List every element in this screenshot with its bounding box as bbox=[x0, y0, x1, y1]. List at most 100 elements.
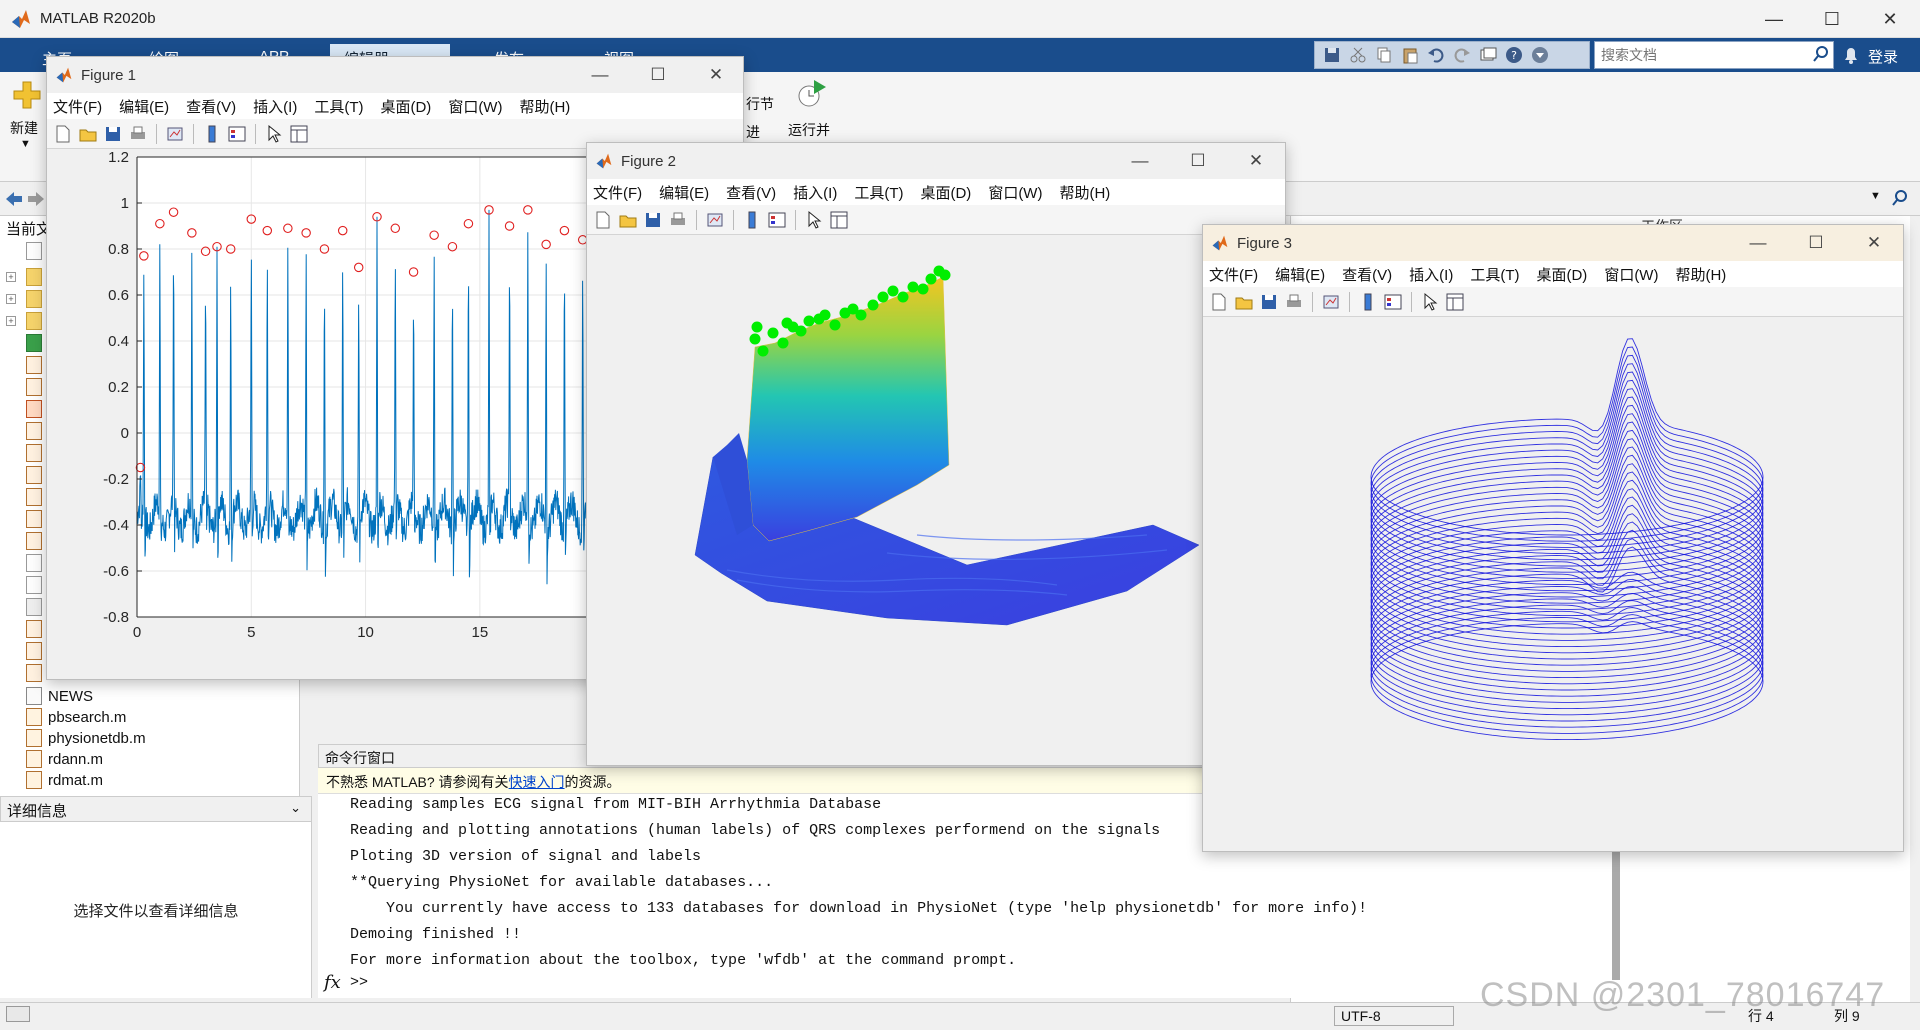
pointer-icon[interactable] bbox=[1420, 292, 1440, 312]
menu-file[interactable]: 文件(F) bbox=[53, 96, 102, 117]
minimize-button[interactable]: — bbox=[571, 57, 629, 93]
menu-view[interactable]: 查看(V) bbox=[1342, 264, 1392, 285]
pointer-icon[interactable] bbox=[264, 124, 284, 144]
menu-view[interactable]: 查看(V) bbox=[186, 96, 236, 117]
m-file-icon[interactable] bbox=[26, 532, 42, 550]
m-file-icon[interactable] bbox=[26, 642, 42, 660]
maximize-button[interactable]: ☐ bbox=[1787, 225, 1845, 261]
new-figure-icon[interactable] bbox=[1209, 292, 1229, 312]
save-icon[interactable] bbox=[1259, 292, 1279, 312]
close-button[interactable]: ✕ bbox=[1862, 0, 1918, 38]
search-documentation-input[interactable] bbox=[1594, 41, 1834, 69]
cut-icon[interactable] bbox=[1347, 45, 1369, 65]
list-item[interactable]: rdann.m bbox=[26, 749, 103, 769]
app-file-icon[interactable] bbox=[26, 334, 42, 352]
colorbar-icon[interactable] bbox=[742, 210, 762, 230]
paste-icon[interactable] bbox=[1399, 45, 1421, 65]
maximize-button[interactable]: ☐ bbox=[629, 57, 687, 93]
tree-expand-icon[interactable]: + bbox=[6, 316, 16, 326]
m-file-icon[interactable] bbox=[26, 510, 42, 528]
open-file-icon[interactable] bbox=[78, 124, 98, 144]
folder-icon[interactable] bbox=[26, 268, 42, 286]
colorbar-icon[interactable] bbox=[1358, 292, 1378, 312]
maximize-button[interactable]: ☐ bbox=[1804, 0, 1860, 38]
command-prompt[interactable]: >> bbox=[350, 974, 368, 991]
menu-help[interactable]: 帮助(H) bbox=[1675, 264, 1726, 285]
menu-help[interactable]: 帮助(H) bbox=[519, 96, 570, 117]
maximize-button[interactable]: ☐ bbox=[1169, 143, 1227, 179]
menu-view[interactable]: 查看(V) bbox=[726, 182, 776, 203]
menu-file[interactable]: 文件(F) bbox=[593, 182, 642, 203]
file-icon[interactable] bbox=[26, 242, 42, 260]
print-icon[interactable] bbox=[128, 124, 148, 144]
command-scrollbar[interactable] bbox=[1612, 850, 1620, 980]
menu-edit[interactable]: 编辑(E) bbox=[119, 96, 169, 117]
folder-icon[interactable] bbox=[26, 312, 42, 330]
new-figure-icon[interactable] bbox=[593, 210, 613, 230]
switch-windows-icon[interactable] bbox=[1477, 45, 1499, 65]
mlx-file-icon[interactable] bbox=[26, 400, 42, 418]
run-advance-icon[interactable] bbox=[796, 78, 828, 110]
close-button[interactable]: ✕ bbox=[1845, 225, 1903, 261]
help-icon[interactable]: ? bbox=[1503, 45, 1525, 65]
save-icon[interactable] bbox=[103, 124, 123, 144]
tree-expand-icon[interactable]: + bbox=[6, 272, 16, 282]
file-icon[interactable] bbox=[26, 554, 42, 572]
function-browser-icon[interactable]: fx bbox=[324, 972, 341, 993]
address-dropdown-icon[interactable]: ▼ bbox=[1870, 190, 1881, 202]
menu-file[interactable]: 文件(F) bbox=[1209, 264, 1258, 285]
folder-search-icon[interactable] bbox=[1890, 188, 1910, 208]
link-plot-icon[interactable] bbox=[705, 210, 725, 230]
forward-arrow-icon[interactable] bbox=[26, 190, 46, 208]
run-section-button[interactable]: 行节 bbox=[746, 94, 774, 114]
list-item[interactable]: NEWS bbox=[26, 686, 93, 706]
menu-edit[interactable]: 编辑(E) bbox=[659, 182, 709, 203]
m-file-icon[interactable] bbox=[26, 444, 42, 462]
property-editor-icon[interactable] bbox=[1445, 292, 1465, 312]
legend-icon[interactable] bbox=[1383, 292, 1403, 312]
m-file-icon[interactable] bbox=[26, 488, 42, 506]
legend-icon[interactable] bbox=[767, 210, 787, 230]
m-file-icon[interactable] bbox=[26, 620, 42, 638]
close-button[interactable]: ✕ bbox=[1227, 143, 1285, 179]
pointer-icon[interactable] bbox=[804, 210, 824, 230]
m-file-icon[interactable] bbox=[26, 664, 42, 682]
list-item[interactable]: physionetdb.m bbox=[26, 728, 146, 748]
folder-icon[interactable] bbox=[26, 290, 42, 308]
new-figure-icon[interactable] bbox=[53, 124, 73, 144]
chevron-down-icon[interactable]: ⌄ bbox=[290, 800, 301, 816]
minimize-button[interactable]: — bbox=[1746, 0, 1802, 38]
notification-bell-icon[interactable] bbox=[1842, 45, 1860, 65]
save-icon[interactable] bbox=[1321, 45, 1343, 65]
menu-desktop[interactable]: 桌面(D) bbox=[380, 96, 431, 117]
property-editor-icon[interactable] bbox=[289, 124, 309, 144]
open-file-icon[interactable] bbox=[1234, 292, 1254, 312]
menu-window[interactable]: 窗口(W) bbox=[1604, 264, 1658, 285]
status-grip-icon[interactable] bbox=[6, 1006, 30, 1022]
menu-tools[interactable]: 工具(T) bbox=[1470, 264, 1519, 285]
menu-insert[interactable]: 插入(I) bbox=[793, 182, 837, 203]
menu-tools[interactable]: 工具(T) bbox=[314, 96, 363, 117]
menu-desktop[interactable]: 桌面(D) bbox=[920, 182, 971, 203]
polar-wireframe-plot[interactable] bbox=[1203, 317, 1905, 851]
run-and-advance-button[interactable]: 运行并 bbox=[788, 120, 830, 140]
redo-icon[interactable] bbox=[1451, 45, 1473, 65]
link-plot-icon[interactable] bbox=[1321, 292, 1341, 312]
m-file-icon[interactable] bbox=[26, 422, 42, 440]
back-arrow-icon[interactable] bbox=[4, 190, 24, 208]
menu-window[interactable]: 窗口(W) bbox=[448, 96, 502, 117]
menu-desktop[interactable]: 桌面(D) bbox=[1536, 264, 1587, 285]
m-file-icon[interactable] bbox=[26, 356, 42, 374]
open-file-icon[interactable] bbox=[618, 210, 638, 230]
menu-window[interactable]: 窗口(W) bbox=[988, 182, 1042, 203]
menu-insert[interactable]: 插入(I) bbox=[253, 96, 297, 117]
colorbar-icon[interactable] bbox=[202, 124, 222, 144]
new-plus-icon[interactable] bbox=[12, 80, 42, 110]
text-file-icon[interactable] bbox=[26, 598, 42, 616]
run-advance-label[interactable]: 进 bbox=[746, 122, 760, 142]
menu-help[interactable]: 帮助(H) bbox=[1059, 182, 1110, 203]
list-item[interactable]: rdmat.m bbox=[26, 770, 103, 790]
list-item[interactable]: pbsearch.m bbox=[26, 707, 126, 727]
close-button[interactable]: ✕ bbox=[687, 57, 745, 93]
copy-icon[interactable] bbox=[1373, 45, 1395, 65]
